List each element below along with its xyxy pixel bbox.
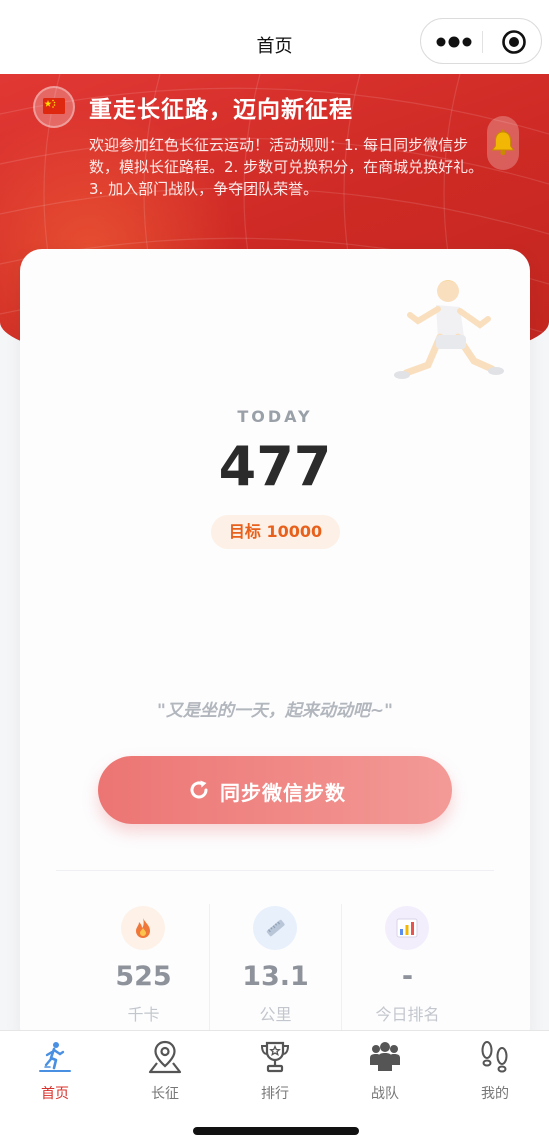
runner-illustration-icon	[394, 280, 504, 379]
tab-team-label: 战队	[371, 1086, 399, 1102]
refresh-icon	[190, 780, 208, 799]
tab-longmarch-label: 长征	[151, 1086, 179, 1102]
bell-icon	[491, 129, 515, 156]
hero-rules-text: 欢迎参加红色长征云运动！活动规则：1. 每日同步微信步数，模拟长征路程。2. 步…	[89, 136, 484, 198]
tab-ranking-label: 排行	[261, 1086, 289, 1102]
tab-longmarch[interactable]: 长征	[110, 1031, 220, 1111]
stat-distance-circle	[253, 906, 297, 950]
tab-home[interactable]: 首页	[0, 1031, 110, 1111]
stat-distance: 13.1 公里	[209, 901, 342, 1031]
notification-button[interactable]	[487, 116, 519, 170]
tab-ranking[interactable]: 排行	[220, 1031, 330, 1111]
today-steps-card: TODAY 477 目标 10000 "又是坐的一天，起来动动吧~" 同步微信步…	[20, 249, 530, 1049]
miniprogram-capsule	[420, 18, 542, 64]
tab-mine-label: 我的	[481, 1086, 509, 1102]
ruler-icon	[266, 919, 285, 937]
today-steps-value: 477	[218, 435, 332, 498]
home-indicator	[193, 1127, 359, 1135]
stat-distance-label: 公里	[259, 1005, 292, 1024]
capsule-divider	[482, 31, 483, 53]
footprints-icon	[481, 1041, 508, 1073]
sync-steps-button[interactable]: 同步微信步数	[98, 756, 452, 824]
trophy-icon	[260, 1041, 290, 1073]
stat-rank: - 今日排名	[341, 901, 474, 1031]
stat-rank-circle	[385, 906, 429, 950]
stat-rank-label: 今日排名	[375, 1005, 440, 1024]
stat-calories-value: 525	[115, 961, 172, 992]
more-dots-icon[interactable]	[433, 30, 475, 54]
bar-chart-icon	[396, 918, 418, 938]
runner-icon	[39, 1042, 71, 1072]
today-label: TODAY	[237, 407, 313, 426]
card-divider	[56, 870, 494, 871]
sync-steps-label: 同步微信步数	[220, 781, 346, 805]
flag-badge	[33, 86, 75, 128]
china-flag-icon	[43, 98, 65, 114]
hero-title: 重走长征路，迈向新征程	[89, 97, 353, 123]
stat-rank-value: -	[401, 961, 414, 992]
tab-mine[interactable]: 我的	[440, 1031, 549, 1111]
motivation-text: "又是坐的一天，起来动动吧~"	[157, 701, 393, 721]
bottom-tab-bar: 首页 长征 排行 战队 我的	[0, 1030, 549, 1140]
group-icon	[370, 1042, 400, 1071]
stat-calories-label: 千卡	[127, 1005, 160, 1024]
goal-badge: 目标 10000	[211, 515, 340, 549]
stat-calories-circle	[121, 906, 165, 950]
tab-home-label: 首页	[41, 1086, 69, 1102]
top-navbar: 首页	[0, 0, 549, 74]
close-target-icon[interactable]	[501, 29, 527, 55]
tab-team[interactable]: 战队	[330, 1031, 440, 1111]
map-pin-icon	[148, 1040, 182, 1074]
fire-icon	[136, 918, 150, 938]
stat-calories: 525 千卡	[77, 901, 210, 1031]
stat-distance-value: 13.1	[242, 961, 309, 992]
